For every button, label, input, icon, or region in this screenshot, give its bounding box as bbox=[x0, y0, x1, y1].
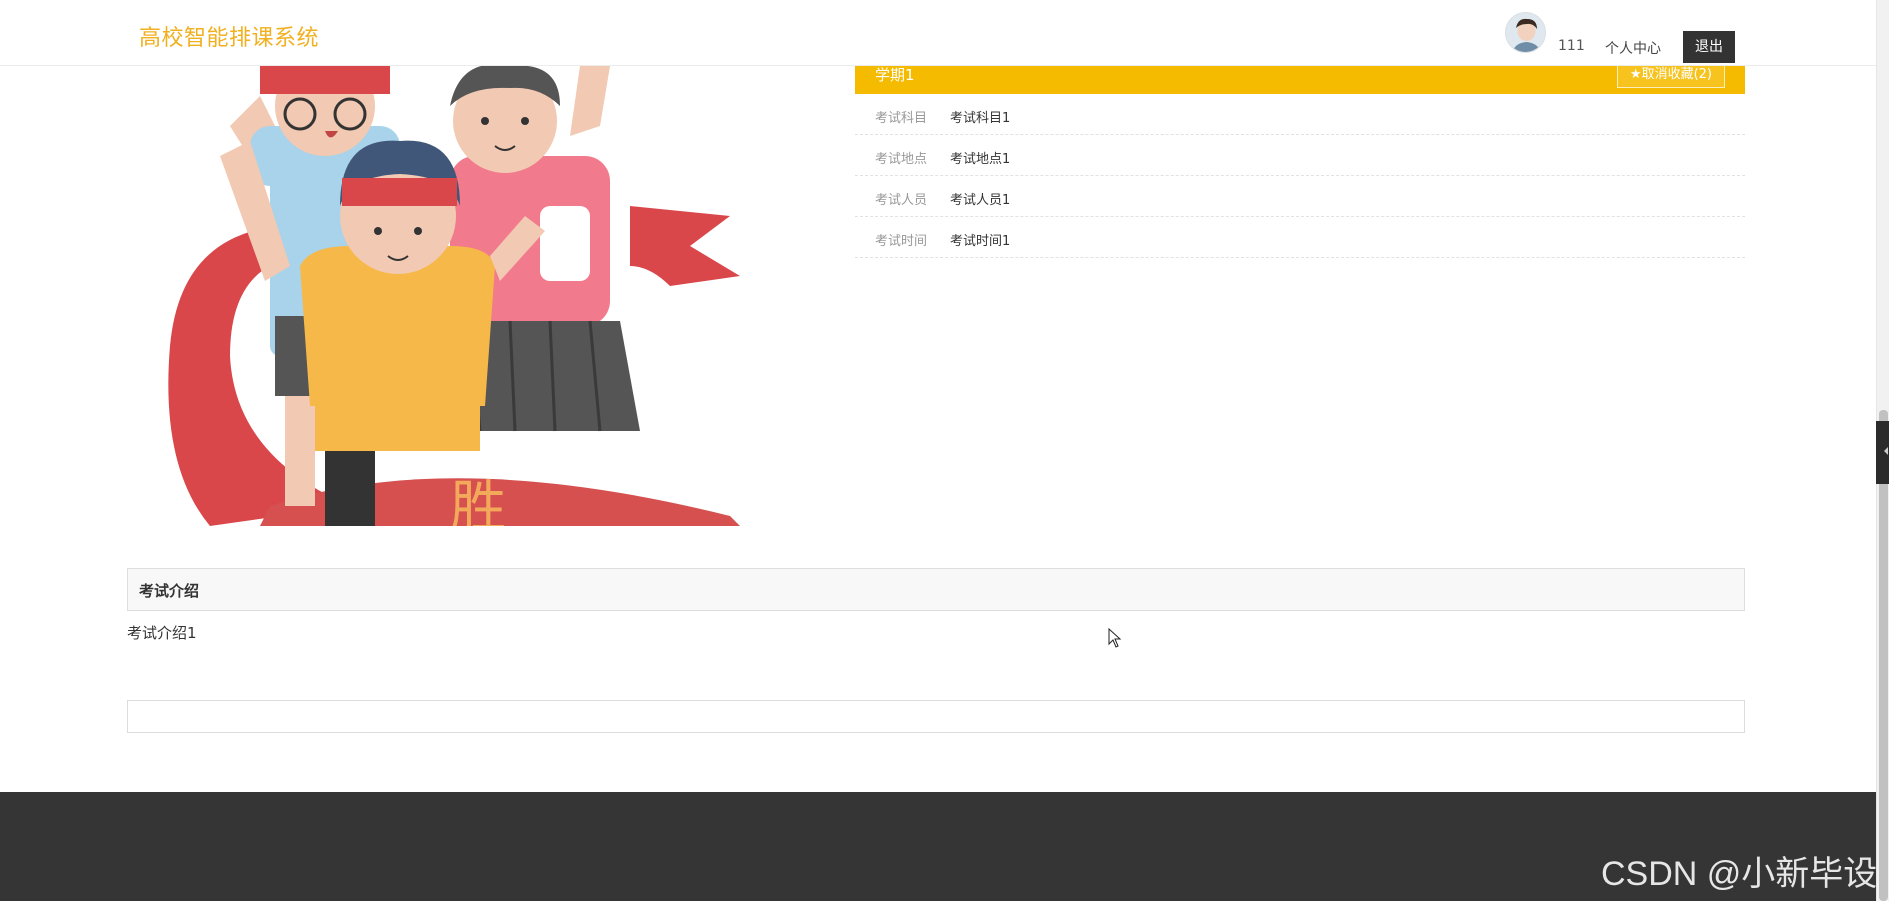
cartoon-kids-image: 胜 bbox=[168, 66, 740, 526]
detail-title: 学期1 bbox=[875, 66, 915, 84]
svg-text:胜: 胜 bbox=[450, 475, 506, 526]
time-label: 考试时间 bbox=[875, 234, 928, 249]
staff-value: 考试人员1 bbox=[950, 193, 1011, 208]
avatar-image bbox=[1506, 13, 1545, 52]
username-label: 111 bbox=[1558, 38, 1585, 54]
location-value: 考试地点1 bbox=[950, 152, 1011, 167]
side-collapse-tab[interactable] bbox=[1876, 421, 1889, 484]
exam-illustration: 胜 bbox=[150, 66, 750, 526]
detail-row-time: 考试时间 考试时间1 bbox=[855, 217, 1745, 258]
empty-content-box bbox=[127, 700, 1745, 733]
subject-value: 考试科目1 bbox=[950, 111, 1011, 126]
exam-detail-panel: 学期1 ★取消收藏(2) 考试科目 考试科目1 考试地点 考试地点1 考试人员 … bbox=[855, 60, 1745, 258]
user-center-link[interactable]: 个人中心 bbox=[1605, 38, 1661, 58]
time-value: 考试时间1 bbox=[950, 234, 1011, 249]
page-footer bbox=[0, 792, 1876, 901]
detail-row-subject: 考试科目 考试科目1 bbox=[855, 94, 1745, 135]
intro-content: 考试介绍1 bbox=[127, 624, 197, 642]
detail-row-staff: 考试人员 考试人员1 bbox=[855, 176, 1745, 217]
location-label: 考试地点 bbox=[875, 152, 928, 167]
detail-row-location: 考试地点 考试地点1 bbox=[855, 135, 1745, 176]
user-avatar[interactable] bbox=[1505, 12, 1546, 53]
top-header: 高校智能排课系统 111 个人中心 退出 bbox=[0, 0, 1876, 66]
subject-label: 考试科目 bbox=[875, 111, 928, 126]
staff-label: 考试人员 bbox=[875, 193, 928, 208]
logout-button[interactable]: 退出 bbox=[1683, 31, 1735, 63]
site-title[interactable]: 高校智能排课系统 bbox=[139, 20, 319, 52]
csdn-watermark: CSDN @小新毕设 bbox=[1601, 855, 1878, 893]
intro-section-header: 考试介绍 bbox=[127, 568, 1745, 611]
mouse-pointer-icon bbox=[1108, 628, 1122, 648]
intro-heading: 考试介绍 bbox=[139, 582, 200, 600]
